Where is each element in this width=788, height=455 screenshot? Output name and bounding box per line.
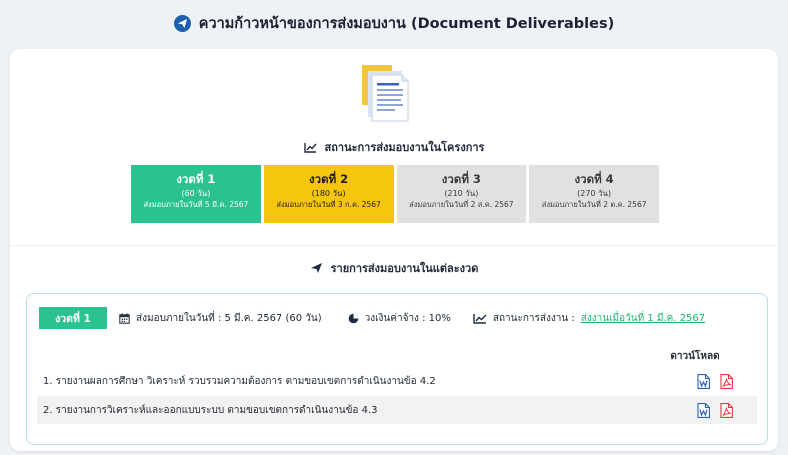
calendar-icon — [119, 312, 130, 324]
word-file-icon[interactable] — [697, 402, 710, 418]
deliverables-list-heading: รายการส่งมอบงานในแต่ละงวด — [10, 260, 778, 276]
phase-card-4[interactable]: งวดที่ 4 (270 วัน) ส่งมอบภายในวันที่ 2 ต… — [529, 165, 659, 223]
section-divider — [10, 245, 778, 246]
phase-due: ส่งมอบภายในวันที่ 2 ต.ค. 2567 — [541, 200, 647, 210]
download-column-header: ดาวน์โหลด — [670, 351, 720, 362]
phase-timeline: งวดที่ 1 (60 วัน) ส่งมอบภายในวันที่ 5 มี… — [131, 165, 659, 223]
phase-info-row: งวดที่ 1 ส่งมอบภายในวันที่ : 5 มี.ค. 256… — [39, 307, 755, 329]
phase-name: งวดที่ 3 — [441, 172, 481, 186]
pdf-file-icon[interactable] — [720, 402, 733, 418]
phase-days: (270 วัน) — [577, 188, 612, 198]
page-title: ความก้าวหน้าของการส่งมอบงาน (Document De… — [198, 15, 615, 32]
phase-days: (60 วัน) — [181, 188, 211, 198]
deliverables-card: สถานะการส่งมอบงานในโครงการ งวดที่ 1 (60 … — [10, 49, 778, 451]
phase-due: ส่งมอบภายในวันที่ 3 ก.ค. 2567 — [276, 200, 381, 210]
phase-card-3[interactable]: งวดที่ 3 (210 วัน) ส่งมอบภายในวันที่ 2 ส… — [396, 165, 527, 223]
line-chart-icon — [303, 142, 317, 153]
pdf-file-icon[interactable] — [720, 373, 733, 389]
document-icon — [362, 65, 409, 122]
project-status-heading: สถานะการส่งมอบงานในโครงการ — [10, 139, 778, 155]
paper-plane-icon — [310, 263, 322, 273]
phase-name: งวดที่ 2 — [309, 172, 349, 186]
pie-chart-icon — [348, 313, 358, 323]
phase-card-2[interactable]: งวดที่ 2 (180 วัน) ส่งมอบภายในวันที่ 3 ก… — [263, 165, 394, 223]
phase-due: ส่งมอบภายในวันที่ 2 ส.ค. 2567 — [409, 200, 514, 210]
submission-status-info: สถานะการส่งงาน : ส่งงานเมื่อวันที่ 1 มี.… — [473, 311, 705, 326]
deliverable-title: 1. รายงานผลการศึกษา วิเคราะห์ รวบรวมความ… — [43, 375, 436, 387]
phase-days: (180 วัน) — [311, 188, 346, 198]
send-circle-icon — [173, 14, 191, 32]
line-chart-icon — [473, 313, 487, 324]
phase-name: งวดที่ 1 — [176, 172, 216, 186]
budget-info: วงเงินค่าจ้าง : 10% — [348, 311, 451, 326]
page-header: ความก้าวหน้าของการส่งมอบงาน (Document De… — [0, 10, 788, 36]
phase-card-1[interactable]: งวดที่ 1 (60 วัน) ส่งมอบภายในวันที่ 5 มี… — [131, 165, 261, 223]
phase-due: ส่งมอบภายในวันที่ 5 มี.ค. 2567 — [143, 200, 249, 210]
submission-date-link[interactable]: ส่งงานเมื่อวันที่ 1 มี.ค. 2567 — [581, 311, 705, 326]
phase-detail-panel: งวดที่ 1 ส่งมอบภายในวันที่ : 5 มี.ค. 256… — [26, 293, 768, 445]
deliverable-row: 1. รายงานผลการศึกษา วิเคราะห์ รวบรวมความ… — [37, 367, 757, 395]
due-date-info: ส่งมอบภายในวันที่ : 5 มี.ค. 2567 (60 วัน… — [119, 311, 322, 326]
deliverable-row: 2. รายงานการวิเคราะห์และออกแบบระบบ ตามขอ… — [37, 396, 757, 424]
word-file-icon[interactable] — [697, 373, 710, 389]
phase-days: (210 วัน) — [444, 188, 479, 198]
phase-badge[interactable]: งวดที่ 1 — [39, 307, 107, 329]
deliverable-title: 2. รายงานการวิเคราะห์และออกแบบระบบ ตามขอ… — [43, 404, 378, 416]
phase-name: งวดที่ 4 — [574, 172, 614, 186]
